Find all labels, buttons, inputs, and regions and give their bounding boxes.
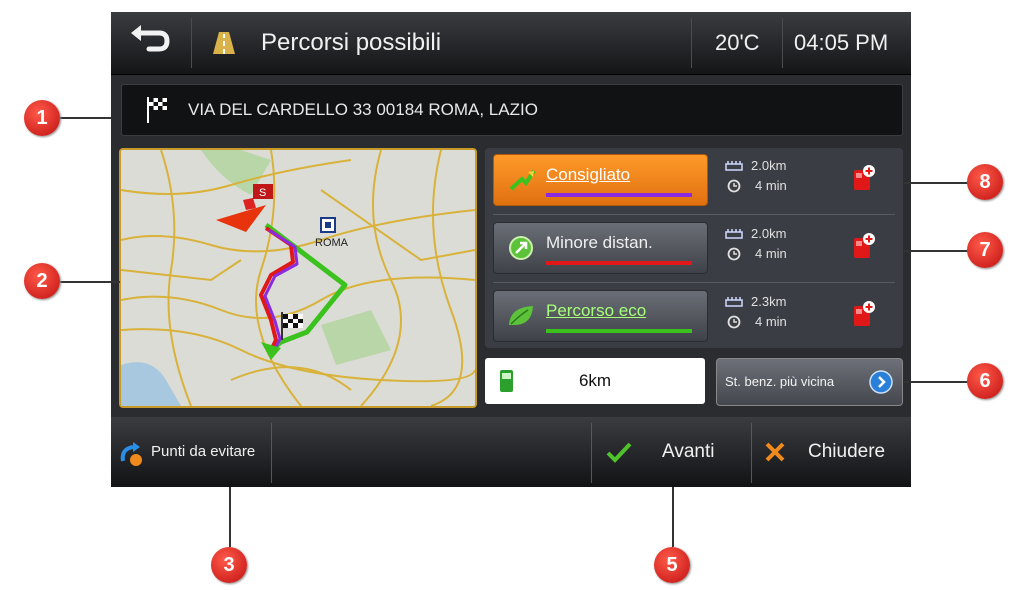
callout-line-2 [60,281,120,283]
map-city-label: ROMA [315,237,349,249]
close-label: Chiudere [808,441,886,462]
route-label: Minore distan. [546,233,653,252]
route-map[interactable]: S ROMA [119,148,477,408]
callout-line-3 [229,487,231,547]
route-time: 4 min [755,314,787,329]
clock-icon [727,179,741,193]
fuel-range-value: 6km [578,371,612,390]
route-options-panel: Consigliato 2.0km 4 min Minore distan. 2… [485,148,903,348]
route-info-shortest: 2.0km 4 min [725,226,875,270]
callout-line-7 [904,250,969,252]
callout-badge-3: 3 [211,547,247,583]
clock-icon [727,315,741,329]
fuel-can-icon[interactable] [852,232,876,260]
close-button[interactable]: Chiudere [752,417,911,487]
shortest-route-icon [508,235,534,261]
route-info-eco: 2.3km 4 min [725,294,875,338]
svg-text:S: S [259,187,266,199]
distance-icon [725,160,743,172]
top-bar: Percorsi possibili 20'C 04:05 PM [111,12,911,75]
fuel-can-icon[interactable] [852,164,876,192]
page-title: Percorsi possibili [261,29,442,56]
avoid-points-label: Punti da evitare [151,443,256,460]
temperature-readout: 20'C [715,30,760,55]
fuel-can-icon[interactable] [852,300,876,328]
clock: 04:05 PM [794,30,889,55]
callout-line-5 [672,487,674,547]
callout-badge-5: 5 [654,547,690,583]
nearest-gas-station-button[interactable]: St. benz. più vicina [716,358,903,406]
destination-address-text: VIA DEL CARDELLO 33 00184 ROMA, LAZIO [188,100,538,119]
route-label: Consigliato [546,165,631,184]
avoid-points-icon [119,441,145,467]
fuel-range-indicator: 6km [485,358,705,404]
close-icon [764,441,786,463]
route-info-recommended: 2.0km 4 min [725,158,875,202]
avoid-points-button[interactable]: Punti da evitare [111,417,271,487]
callout-badge-6: 6 [967,363,1003,399]
route-option-shortest[interactable]: Minore distan. [493,222,708,274]
road-icon [211,30,237,56]
next-button[interactable]: Avanti [592,417,750,487]
distance-icon [725,228,743,240]
next-label: Avanti [662,441,715,462]
route-option-eco[interactable]: Percorso eco [493,290,708,342]
route-time: 4 min [755,246,787,261]
checkered-flag-icon [144,95,172,125]
back-arrow-icon[interactable] [125,24,175,62]
distance-icon [725,296,743,308]
bottom-bar: Punti da evitare Avanti Chiudere [111,417,911,487]
navigation-screen: Percorsi possibili 20'C 04:05 PM VIA DEL… [111,12,911,487]
checkmark-icon [606,441,632,463]
route-distance: 2.3km [751,294,787,309]
route-label: Percorso eco [546,301,647,320]
route-color-line [546,193,692,197]
route-distance: 2.0km [751,158,787,173]
callout-line-1 [60,117,112,119]
recommended-route-icon [508,167,536,193]
callout-line-6 [904,381,969,383]
route-color-line [546,329,692,333]
callout-line-8 [904,182,969,184]
callout-badge-2: 2 [24,263,60,299]
callout-badge-1: 1 [24,100,60,136]
callout-badge-8: 8 [967,164,1003,200]
route-color-line [546,261,692,265]
clock-icon [727,247,741,261]
callout-badge-7: 7 [967,232,1003,268]
leaf-icon [506,303,536,329]
route-option-recommended[interactable]: Consigliato [493,154,708,206]
chevron-right-icon [869,370,893,394]
route-distance: 2.0km [751,226,787,241]
destination-address-bar: VIA DEL CARDELLO 33 00184 ROMA, LAZIO [121,84,903,136]
gas-station-label: St. benz. più vicina [725,374,835,389]
route-time: 4 min [755,178,787,193]
